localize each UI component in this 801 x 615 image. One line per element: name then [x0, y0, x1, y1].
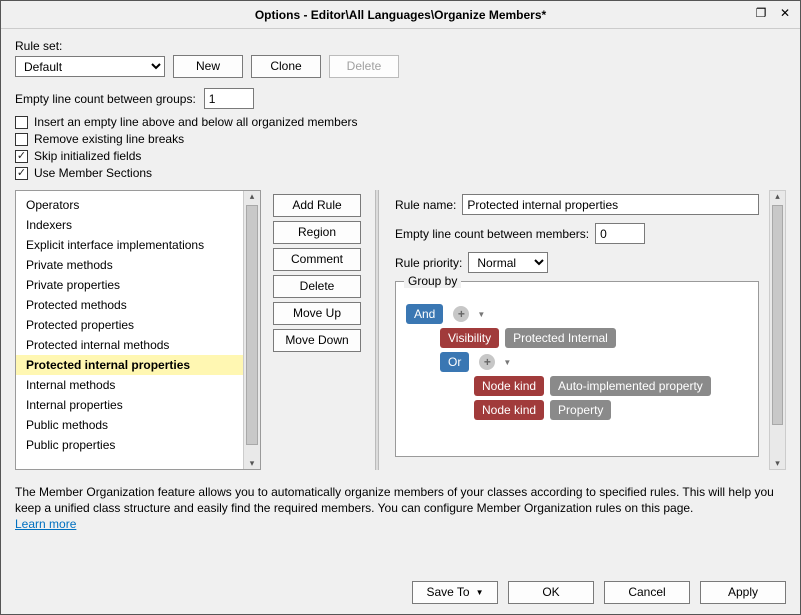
rule-priority-label: Rule priority:	[395, 256, 462, 270]
comment-button[interactable]: Comment	[273, 248, 361, 271]
splitter[interactable]	[375, 190, 379, 470]
rule-name-label: Rule name:	[395, 198, 456, 212]
scroll-thumb[interactable]	[772, 205, 783, 425]
save-to-button[interactable]: Save To ▼	[412, 581, 498, 604]
node-kind-chip[interactable]: Node kind	[474, 376, 544, 396]
move-down-button[interactable]: Move Down	[273, 329, 361, 352]
chevron-down-icon: ▼	[476, 582, 484, 603]
options-dialog: Options - Editor\All Languages\Organize …	[0, 0, 801, 615]
title-bar: Options - Editor\All Languages\Organize …	[1, 1, 800, 29]
window-title: Options - Editor\All Languages\Organize …	[255, 8, 546, 22]
cancel-button[interactable]: Cancel	[604, 581, 690, 604]
delete-rule-button[interactable]: Delete	[273, 275, 361, 298]
insert-empty-line-checkbox[interactable]	[15, 116, 28, 129]
visibility-chip[interactable]: Visibility	[440, 328, 499, 348]
node-kind-value-chip[interactable]: Auto-implemented property	[550, 376, 711, 396]
delete-button: Delete	[329, 55, 399, 78]
list-item[interactable]: Public properties	[16, 435, 243, 455]
list-item[interactable]: Private properties	[16, 275, 243, 295]
add-rule-button[interactable]: Add Rule	[273, 194, 361, 217]
rules-list[interactable]: Operators Indexers Explicit interface im…	[16, 191, 243, 469]
footer-description: The Member Organization feature allows y…	[15, 484, 786, 533]
list-item-selected[interactable]: Protected internal properties	[16, 355, 243, 375]
rules-scrollbar[interactable]	[243, 191, 260, 469]
use-sections-checkbox[interactable]	[15, 167, 28, 180]
region-button[interactable]: Region	[273, 221, 361, 244]
skip-initialized-label: Skip initialized fields	[34, 149, 141, 163]
rule-priority-select[interactable]: Normal	[468, 252, 548, 273]
add-condition-icon[interactable]: +	[453, 306, 469, 322]
empty-line-members-input[interactable]	[595, 223, 645, 244]
apply-button[interactable]: Apply	[700, 581, 786, 604]
learn-more-link[interactable]: Learn more	[15, 517, 76, 531]
scroll-thumb[interactable]	[246, 205, 258, 445]
empty-line-groups-label: Empty line count between groups:	[15, 92, 196, 106]
group-by-legend: Group by	[404, 274, 461, 288]
detail-scrollbar[interactable]	[769, 190, 786, 470]
move-up-button[interactable]: Move Up	[273, 302, 361, 325]
skip-initialized-checkbox[interactable]	[15, 150, 28, 163]
rule-name-input[interactable]	[462, 194, 759, 215]
use-sections-label: Use Member Sections	[34, 166, 152, 180]
list-item[interactable]: Protected properties	[16, 315, 243, 335]
list-item[interactable]: Operators	[16, 195, 243, 215]
rule-actions: Add Rule Region Comment Delete Move Up M…	[273, 190, 361, 470]
list-item[interactable]: Internal properties	[16, 395, 243, 415]
rule-detail-panel: Rule name: Empty line count between memb…	[393, 190, 786, 470]
remove-breaks-label: Remove existing line breaks	[34, 132, 184, 146]
list-item[interactable]: Indexers	[16, 215, 243, 235]
ruleset-label: Rule set:	[15, 39, 786, 53]
or-operator-chip[interactable]: Or	[440, 352, 469, 372]
node-kind-chip[interactable]: Node kind	[474, 400, 544, 420]
remove-breaks-checkbox[interactable]	[15, 133, 28, 146]
and-operator-chip[interactable]: And	[406, 304, 443, 324]
list-item[interactable]: Internal methods	[16, 375, 243, 395]
group-by-box: Group by And + ▼ Visibility Protected In…	[395, 281, 759, 457]
list-item[interactable]: Private methods	[16, 255, 243, 275]
list-item[interactable]: Protected internal methods	[16, 335, 243, 355]
list-item[interactable]: Protected methods	[16, 295, 243, 315]
ruleset-select[interactable]: Default	[15, 56, 165, 77]
new-button[interactable]: New	[173, 55, 243, 78]
insert-empty-line-label: Insert an empty line above and below all…	[34, 115, 358, 129]
add-condition-icon[interactable]: +	[479, 354, 495, 370]
empty-line-groups-input[interactable]	[204, 88, 254, 109]
maximize-icon[interactable]: ❐	[750, 4, 772, 22]
visibility-value-chip[interactable]: Protected Internal	[505, 328, 616, 348]
chevron-down-icon[interactable]: ▼	[477, 310, 485, 319]
dialog-buttons: Save To ▼ OK Cancel Apply	[412, 581, 786, 604]
empty-line-members-label: Empty line count between members:	[395, 227, 589, 241]
chevron-down-icon[interactable]: ▼	[503, 358, 511, 367]
rules-list-panel: Operators Indexers Explicit interface im…	[15, 190, 261, 470]
close-icon[interactable]: ✕	[774, 4, 796, 22]
list-item[interactable]: Explicit interface implementations	[16, 235, 243, 255]
node-kind-value-chip[interactable]: Property	[550, 400, 611, 420]
ok-button[interactable]: OK	[508, 581, 594, 604]
clone-button[interactable]: Clone	[251, 55, 321, 78]
list-item[interactable]: Public methods	[16, 415, 243, 435]
